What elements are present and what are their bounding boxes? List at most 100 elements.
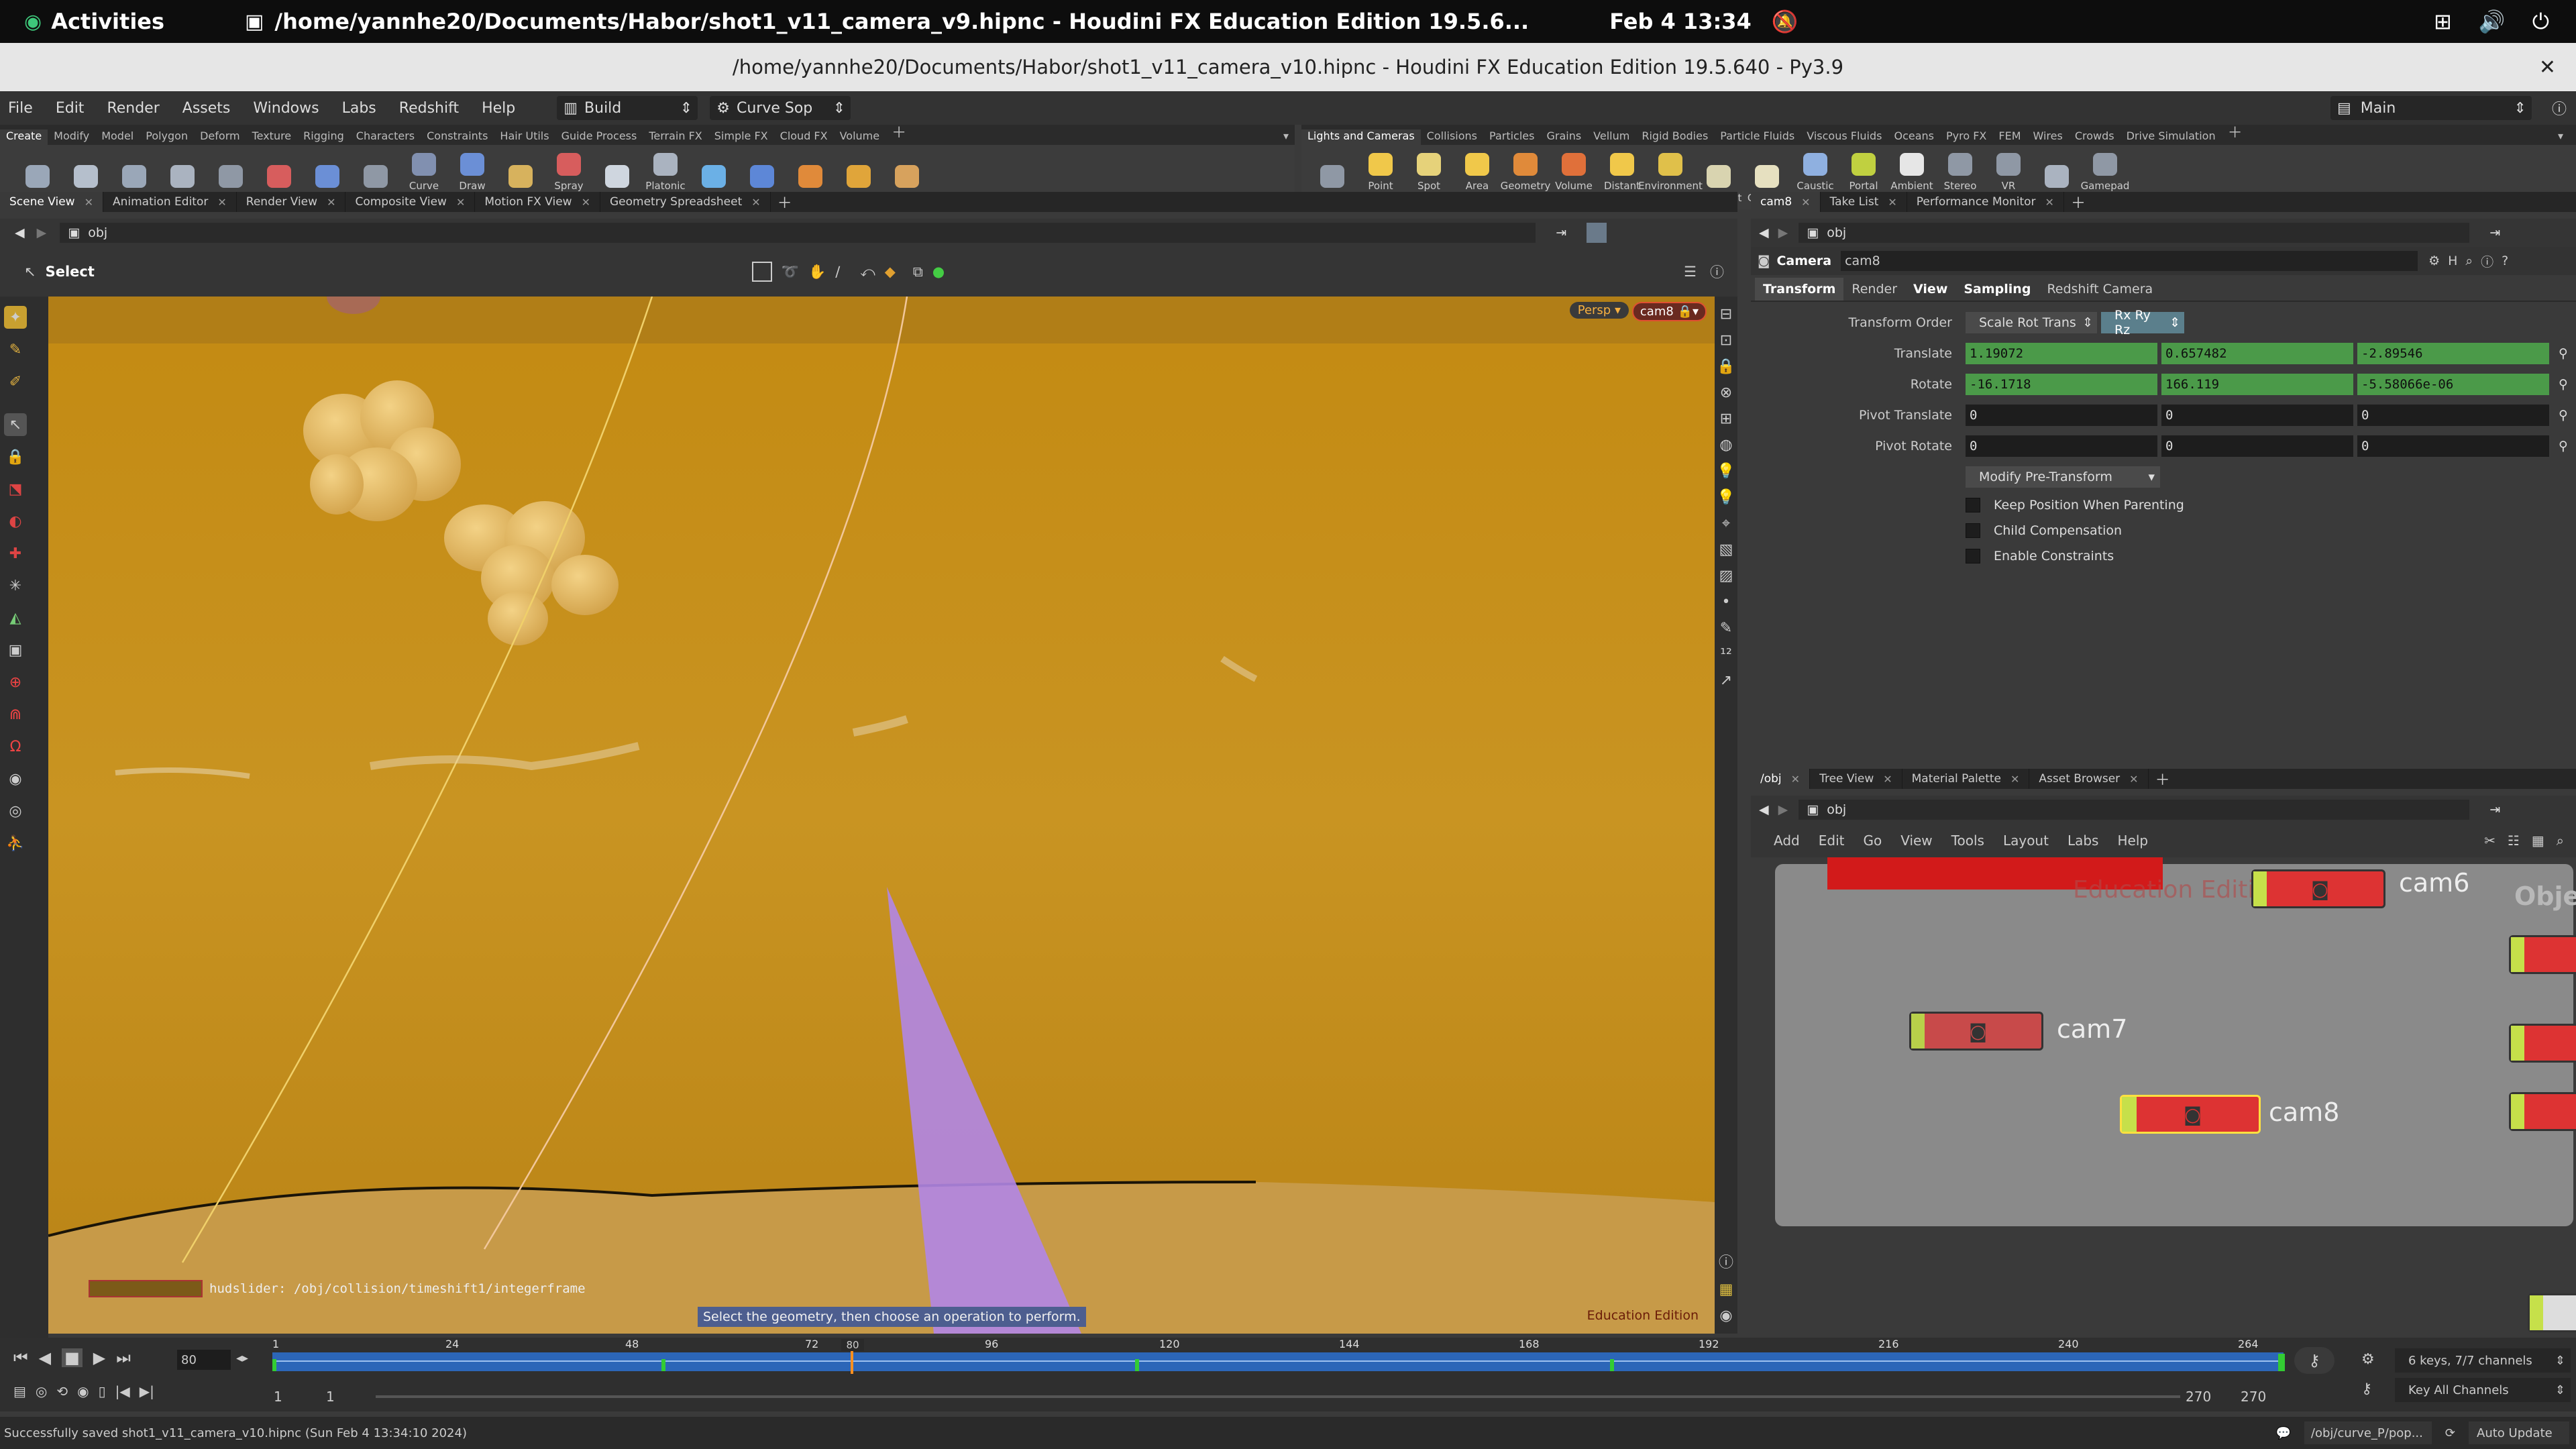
shelf-tab-particle-fluids[interactable]: Particle Fluids xyxy=(1714,129,1801,145)
info-icon[interactable]: ⓘ xyxy=(1719,1250,1733,1272)
hud-slider-track[interactable] xyxy=(89,1280,203,1297)
param-tab-redshift-camera[interactable]: Redshift Camera xyxy=(2039,278,2161,301)
background-icon[interactable]: ▧ xyxy=(1719,541,1733,558)
close-tab-icon[interactable]: ✕ xyxy=(2010,773,2019,786)
activities-button[interactable]: Activities xyxy=(51,9,164,34)
channel-icon[interactable]: ⚲ xyxy=(2559,408,2568,423)
desktop-select[interactable]: ▥ Build ⇕ xyxy=(557,96,698,120)
net-menu-tools[interactable]: Tools xyxy=(1951,833,1984,849)
param-path-field[interactable]: ▣ obj xyxy=(1799,223,2470,243)
3d-viewport[interactable]: Persp ▾ cam8 🔒▾ hudslider: /obj/collisio… xyxy=(48,297,1715,1334)
wire-icon[interactable]: ▨ xyxy=(1719,568,1733,584)
activities-icon[interactable]: ◉ xyxy=(24,10,42,34)
enable-constraints-checkbox[interactable] xyxy=(1966,549,1980,564)
rotate-x-field[interactable]: -16.1718 xyxy=(1966,374,2157,395)
grid-icon[interactable]: ⊞ xyxy=(1720,411,1732,427)
brush-select-icon[interactable]: ✋ xyxy=(808,264,826,280)
back-arrow-icon[interactable]: ◀ xyxy=(15,225,25,240)
close-tab-icon[interactable]: ✕ xyxy=(1883,773,1892,786)
translate-x-field[interactable]: 1.19072 xyxy=(1966,343,2157,364)
translate-y-field[interactable]: 0.657482 xyxy=(2161,343,2353,364)
wrench-icon[interactable]: ✂ xyxy=(2484,833,2496,849)
net-menu-edit[interactable]: Edit xyxy=(1819,833,1845,849)
range-slider[interactable] xyxy=(376,1395,2180,1398)
status-path[interactable]: /obj/curve_P/pop... xyxy=(2304,1421,2432,1444)
shelf-tab-rigging[interactable]: Rigging xyxy=(297,129,350,145)
menu-windows[interactable]: Windows xyxy=(253,100,319,117)
pivot-translate-x-field[interactable]: 0 xyxy=(1966,405,2157,426)
move-icon[interactable]: ↗ xyxy=(1720,672,1732,689)
tab-take-list[interactable]: Take List ✕ xyxy=(1821,192,1907,212)
prev-key-icon[interactable]: |◀ xyxy=(115,1383,130,1399)
tab-asset-browser[interactable]: Asset Browser ✕ xyxy=(2029,769,2149,789)
child-compensation-checkbox[interactable] xyxy=(1966,523,1980,538)
play-reverse-icon[interactable]: ◀ xyxy=(39,1348,51,1367)
help-icon[interactable]: ? xyxy=(2502,254,2508,268)
network-icon[interactable]: ⊞ xyxy=(2434,9,2452,34)
select-groups-icon[interactable]: ◆ xyxy=(885,264,896,280)
timeline-track[interactable]: 80 xyxy=(272,1339,2285,1374)
menu-assets[interactable]: Assets xyxy=(182,100,231,117)
rotate-y-field[interactable]: 166.119 xyxy=(2161,374,2353,395)
persp-menu[interactable]: Persp ▾ xyxy=(1569,302,1629,319)
layout-icon[interactable]: ▦ xyxy=(1719,1281,1733,1298)
close-tab-icon[interactable]: ✕ xyxy=(2129,773,2138,786)
shelf-tab-modify[interactable]: Modify xyxy=(48,129,95,145)
tab-tree-view[interactable]: Tree View ✕ xyxy=(1810,769,1902,789)
shelf-tab-grains[interactable]: Grains xyxy=(1540,129,1587,145)
playhead[interactable] xyxy=(851,1350,853,1374)
pose-tool-icon[interactable]: ✎ xyxy=(4,338,27,361)
rotation-order-select[interactable]: Rx Ry Rz ⇕ xyxy=(2101,308,2184,337)
pin-icon[interactable]: ⇥ xyxy=(1556,225,1566,240)
shelf-tab-constraints[interactable]: Constraints xyxy=(421,129,494,145)
range-start-2[interactable]: 1 xyxy=(326,1389,335,1405)
shelf-tab-lights-and-cameras[interactable]: Lights and Cameras xyxy=(1301,129,1421,145)
laser-select-icon[interactable]: ∕ xyxy=(835,264,840,280)
channel-icon[interactable]: ⚲ xyxy=(2559,377,2568,392)
shelf-tab-viscous-fluids[interactable]: Viscous Fluids xyxy=(1801,129,1888,145)
main-select[interactable]: ▤ Main ⇕ xyxy=(2330,96,2532,120)
secure-select-icon[interactable]: ⤺ xyxy=(860,264,875,280)
point-icon[interactable]: • xyxy=(1722,594,1731,610)
jump-end-icon[interactable]: ⏭ xyxy=(116,1348,131,1367)
menu-file[interactable]: File xyxy=(8,100,33,117)
audio-icon[interactable]: ◎ xyxy=(36,1383,47,1399)
menu-edit[interactable]: Edit xyxy=(56,100,85,117)
network-search-icon[interactable]: ⌕ xyxy=(2557,833,2564,849)
power-icon[interactable]: ⏻ xyxy=(2532,9,2549,35)
current-frame-field[interactable]: 80 xyxy=(177,1350,231,1370)
stop-icon[interactable]: ■ xyxy=(62,1348,83,1367)
fps-icon[interactable]: ▯ xyxy=(99,1383,106,1399)
forward-arrow-icon[interactable]: ▶ xyxy=(1778,225,1788,240)
shelf-tab-drive-simulation[interactable]: Drive Simulation xyxy=(2121,129,2222,145)
gear-icon[interactable]: ⚙ xyxy=(2428,254,2440,268)
back-arrow-icon[interactable]: ◀ xyxy=(1759,802,1769,817)
close-tab-icon[interactable]: ✕ xyxy=(751,196,760,209)
forward-arrow-icon[interactable]: ▶ xyxy=(1778,802,1788,817)
network-box[interactable] xyxy=(1775,864,2573,1226)
shelf-tab-hair-utils[interactable]: Hair Utils xyxy=(494,129,555,145)
shelf-tab-cloud-fx[interactable]: Cloud FX xyxy=(774,129,834,145)
close-view-icon[interactable]: ⊗ xyxy=(1720,384,1732,401)
node-cam8[interactable]: ◙ xyxy=(2120,1095,2261,1134)
snap-icon[interactable]: Ω xyxy=(4,735,27,758)
forward-arrow-icon[interactable]: ▶ xyxy=(37,225,47,240)
net-menu-go[interactable]: Go xyxy=(1863,833,1882,849)
tab-scene-view[interactable]: Scene View ✕ xyxy=(0,192,103,212)
next-key-icon[interactable]: ▶| xyxy=(140,1383,154,1399)
step-icon[interactable]: ◂▸ xyxy=(236,1351,248,1365)
keys-channels-menu[interactable]: 6 keys, 7/7 channels ⇕ xyxy=(2395,1348,2571,1373)
close-tab-icon[interactable]: ✕ xyxy=(1888,196,1896,209)
volume-icon[interactable]: 🔊 xyxy=(2479,9,2506,34)
tab-motion-fx-view[interactable]: Motion FX View ✕ xyxy=(475,192,600,212)
shelf-tab-pyro-fx[interactable]: Pyro FX xyxy=(1940,129,1992,145)
transform-order-select[interactable]: Scale Rot Trans ⇕ xyxy=(1966,312,2097,333)
jump-start-icon[interactable]: ⏮ xyxy=(13,1348,28,1367)
select-mode-icon[interactable]: ↖ xyxy=(4,413,27,436)
node-right-4[interactable] xyxy=(2528,1293,2576,1332)
range-end-2[interactable]: 270 xyxy=(2241,1389,2266,1405)
node-cam6[interactable]: ◙ xyxy=(2251,869,2385,908)
shelf-tab-texture[interactable]: Texture xyxy=(246,129,298,145)
select-all-icon[interactable]: ● xyxy=(932,264,945,280)
back-arrow-icon[interactable]: ◀ xyxy=(1759,225,1769,240)
